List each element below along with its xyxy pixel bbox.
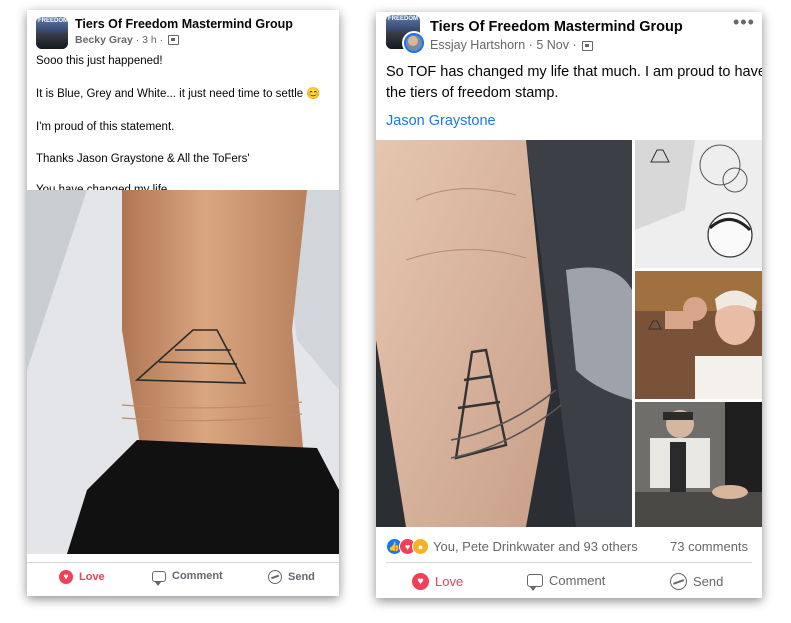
- send-button[interactable]: Send: [268, 570, 315, 584]
- post-time[interactable]: 5 Nov: [536, 38, 569, 52]
- heart-icon: [59, 570, 73, 584]
- photo-thumb-sketch[interactable]: [635, 140, 762, 268]
- post-card-becky: FREEDOM Tiers Of Freedom Mastermind Grou…: [27, 10, 339, 596]
- love-button[interactable]: Love: [59, 570, 105, 584]
- group-name[interactable]: Tiers Of Freedom Mastermind Group: [430, 19, 683, 35]
- comment-button[interactable]: Comment: [152, 570, 223, 586]
- comment-icon: [527, 574, 543, 591]
- messenger-send-icon: [670, 573, 687, 590]
- reaction-summary[interactable]: 👍 ♥ ● You, Pete Drinkwater and 93 others: [386, 538, 638, 555]
- wow-reaction-icon: ●: [412, 538, 429, 555]
- globe-icon: [168, 35, 180, 46]
- reactions-text: You, Pete Drinkwater and 93 others: [433, 539, 638, 554]
- heart-icon: [412, 573, 429, 590]
- post-body: So TOF has changed my life that much. I …: [386, 62, 762, 104]
- body-line: I'm proud of this statement.: [36, 121, 175, 133]
- tattoo-photo-ankle[interactable]: [27, 190, 339, 554]
- post-time[interactable]: 3 h: [142, 34, 157, 46]
- more-icon[interactable]: •••: [733, 12, 755, 33]
- comment-icon: [152, 570, 166, 586]
- body-line: Sooo this just happened!: [36, 55, 163, 67]
- post-card-essjay: FREEDOM Tiers Of Freedom Mastermind Grou…: [376, 12, 762, 598]
- divider: [386, 562, 752, 563]
- group-name[interactable]: Tiers Of Freedom Mastermind Group: [75, 17, 293, 31]
- body-line: It is Blue, Grey and White... it just ne…: [36, 88, 321, 100]
- body-line: So TOF has changed my life that much. I …: [386, 64, 762, 80]
- photo-thumb-selfie[interactable]: [635, 271, 762, 399]
- author-name[interactable]: Becky Gray: [75, 34, 133, 46]
- globe-icon: [582, 40, 594, 51]
- messenger-send-icon: [268, 570, 282, 584]
- author-name[interactable]: Essjay Hartshorn: [430, 38, 525, 52]
- author-avatar[interactable]: [402, 31, 426, 55]
- divider: [27, 562, 339, 563]
- post-meta: Becky Gray · 3 h ·: [75, 34, 180, 46]
- comments-count[interactable]: 73 comments: [670, 539, 748, 554]
- group-avatar[interactable]: FREEDOM: [36, 17, 68, 49]
- love-button[interactable]: Love: [412, 573, 463, 590]
- mention-link[interactable]: Jason Graystone: [386, 113, 496, 129]
- comment-button[interactable]: Comment: [527, 573, 605, 591]
- post-meta: Essjay Hartshorn · 5 Nov ·: [430, 38, 594, 52]
- photo-thumb-tattoo-artist[interactable]: [635, 402, 762, 527]
- body-line: the tiers of freedom stamp.: [386, 85, 559, 101]
- send-button[interactable]: Send: [670, 573, 723, 590]
- body-line: Thanks Jason Graystone & All the ToFers': [36, 153, 250, 165]
- tattoo-photo-wrist[interactable]: [376, 140, 632, 527]
